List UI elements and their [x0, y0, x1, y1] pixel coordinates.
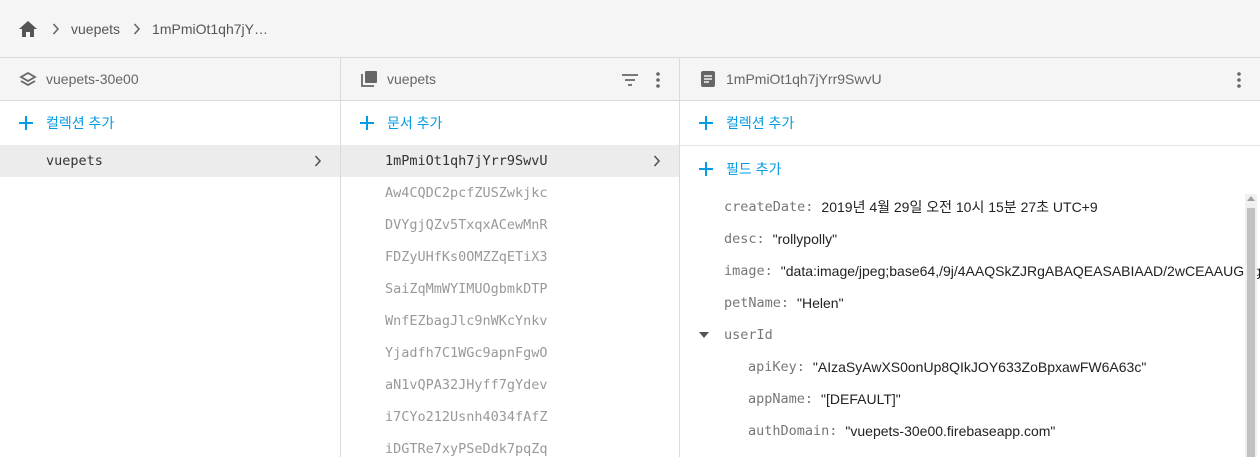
field-value: "rollypolly" — [772, 231, 838, 247]
document-id: Aw4CQDC2pcfZUSZwkjkc — [385, 185, 548, 201]
field-row[interactable]: image: "data:image/jpeg;base64,/9j/4AAQS… — [724, 255, 1260, 287]
chevron-right-icon — [52, 22, 60, 35]
project-column: vuepets-30e00 컬렉션 추가 vuepets — [0, 58, 341, 457]
plus-icon — [696, 113, 716, 133]
field-key: image — [724, 263, 765, 279]
add-subcollection-label: 컬렉션 추가 — [726, 115, 795, 131]
field-row[interactable]: createDate: 2019년 4월 29일 오전 10시 15분 27초 … — [724, 191, 1098, 223]
chevron-right-icon — [649, 153, 665, 169]
add-subcollection-button[interactable]: 컬렉션 추가 — [680, 101, 1260, 145]
field-row[interactable]: desc: "rollypolly" — [724, 223, 837, 255]
document-item[interactable]: iDGTRe7xyPSeDdk7pqZq — [341, 433, 679, 457]
field-key: desc — [724, 231, 757, 247]
scrollbar-thumb[interactable] — [1247, 208, 1255, 457]
expand-triangle-icon[interactable] — [697, 319, 711, 351]
collection-title: vuepets — [387, 71, 437, 87]
project-column-header: vuepets-30e00 — [0, 58, 340, 101]
filter-icon[interactable] — [619, 69, 641, 91]
chevron-right-icon — [310, 153, 326, 169]
document-item[interactable]: Yjadfh7C1WGc9apnFgwO — [341, 337, 679, 369]
document-icon — [698, 69, 718, 89]
add-collection-button[interactable]: 컬렉션 추가 — [0, 101, 340, 145]
add-collection-label: 컬렉션 추가 — [46, 115, 115, 131]
field-value: "AIzaSyAwXS0onUp8QIkJOY633ZoBpxawFW6A63c… — [812, 359, 1147, 375]
document-item[interactable]: WnfEZbagJlc9nWKcYnkv — [341, 305, 679, 337]
nested-field-row[interactable]: authDomain: "vuepets-30e00.firebaseapp.c… — [748, 415, 1055, 447]
document-item[interactable]: i7CYo212Usnh4034fAfZ — [341, 401, 679, 433]
scroll-up-arrow-icon[interactable] — [1247, 196, 1255, 201]
field-value: 2019년 4월 29일 오전 10시 15분 27초 UTC+9 — [821, 199, 1098, 215]
more-vert-icon[interactable] — [1228, 69, 1250, 91]
firestore-stack-icon — [18, 69, 38, 89]
field-value: "[DEFAULT]" — [821, 391, 901, 407]
document-id: i7CYo212Usnh4034fAfZ — [385, 409, 548, 425]
field-value: "data:image/jpeg;base64,/9j/4AAQSkZJRgAB… — [780, 263, 1260, 279]
breadcrumb: vuepets 1mPmiOt1qh7jY… — [0, 0, 1260, 58]
document-item[interactable]: 1mPmiOt1qh7jYrr9SwvU — [341, 145, 679, 177]
document-id: WnfEZbagJlc9nWKcYnkv — [385, 313, 548, 329]
document-id: SaiZqMmWYIMUOgbmkDTP — [385, 281, 548, 297]
document-column-header: 1mPmiOt1qh7jYrr9SwvU — [680, 58, 1260, 101]
field-key: createDate — [724, 199, 806, 215]
nested-field-row[interactable]: apiKey: "AIzaSyAwXS0onUp8QIkJOY633ZoBpxa… — [748, 351, 1146, 383]
project-title: vuepets-30e00 — [46, 71, 139, 87]
document-id: 1mPmiOt1qh7jYrr9SwvU — [385, 153, 548, 169]
field-value: "vuepets-30e00.firebaseapp.com" — [845, 423, 1056, 439]
collection-column-header: vuepets — [341, 58, 679, 101]
map-field-row[interactable]: userId — [724, 319, 773, 351]
collection-column: vuepets 문서 추가 1mPmiOt1qh7jYrr9SwvU Aw4CQ… — [341, 58, 680, 457]
document-id: DVYgjQZv5TxqxACewMnR — [385, 217, 548, 233]
nested-field-row[interactable]: appName: "[DEFAULT]" — [748, 383, 901, 415]
collection-icon — [359, 69, 379, 89]
field-value: "Helen" — [797, 295, 844, 311]
document-item[interactable]: DVYgjQZv5TxqxACewMnR — [341, 209, 679, 241]
add-field-button[interactable]: 필드 추가 — [680, 145, 1260, 191]
chevron-right-icon — [133, 22, 141, 35]
document-item[interactable]: aN1vQPA32JHyff7gYdev — [341, 369, 679, 401]
document-id: Yjadfh7C1WGc9apnFgwO — [385, 345, 548, 361]
plus-icon — [357, 113, 377, 133]
add-document-label: 문서 추가 — [387, 115, 443, 131]
breadcrumb-item-document[interactable]: 1mPmiOt1qh7jY… — [152, 21, 268, 37]
document-id: FDZyUHfKs0OMZZqETiX3 — [385, 249, 548, 265]
document-column: 1mPmiOt1qh7jYrr9SwvU 컬렉션 추가 필드 추가 create… — [680, 58, 1260, 457]
breadcrumb-item-collection[interactable]: vuepets — [71, 21, 120, 37]
field-key: appName — [748, 391, 805, 407]
plus-icon — [696, 159, 716, 179]
collection-item-vuepets[interactable]: vuepets — [0, 145, 340, 177]
document-item[interactable]: SaiZqMmWYIMUOgbmkDTP — [341, 273, 679, 305]
collection-item-label: vuepets — [46, 153, 103, 169]
field-row[interactable]: petName: "Helen" — [724, 287, 844, 319]
plus-icon — [16, 113, 36, 133]
add-field-label: 필드 추가 — [726, 160, 782, 177]
document-title: 1mPmiOt1qh7jYrr9SwvU — [726, 71, 882, 87]
document-id: aN1vQPA32JHyff7gYdev — [385, 377, 548, 393]
add-document-button[interactable]: 문서 추가 — [341, 101, 679, 145]
document-item[interactable]: Aw4CQDC2pcfZUSZwkjkc — [341, 177, 679, 209]
vertical-scrollbar[interactable] — [1245, 194, 1257, 457]
field-key: petName — [724, 295, 781, 311]
document-id: iDGTRe7xyPSeDdk7pqZq — [385, 441, 548, 457]
collection-header-actions — [619, 58, 669, 101]
field-key: apiKey — [748, 359, 797, 375]
map-field-key: userId — [724, 327, 773, 343]
more-vert-icon[interactable] — [647, 69, 669, 91]
home-icon[interactable] — [17, 18, 39, 40]
document-header-actions — [1228, 58, 1250, 101]
document-item[interactable]: FDZyUHfKs0OMZZqETiX3 — [341, 241, 679, 273]
field-key: authDomain — [748, 423, 830, 439]
